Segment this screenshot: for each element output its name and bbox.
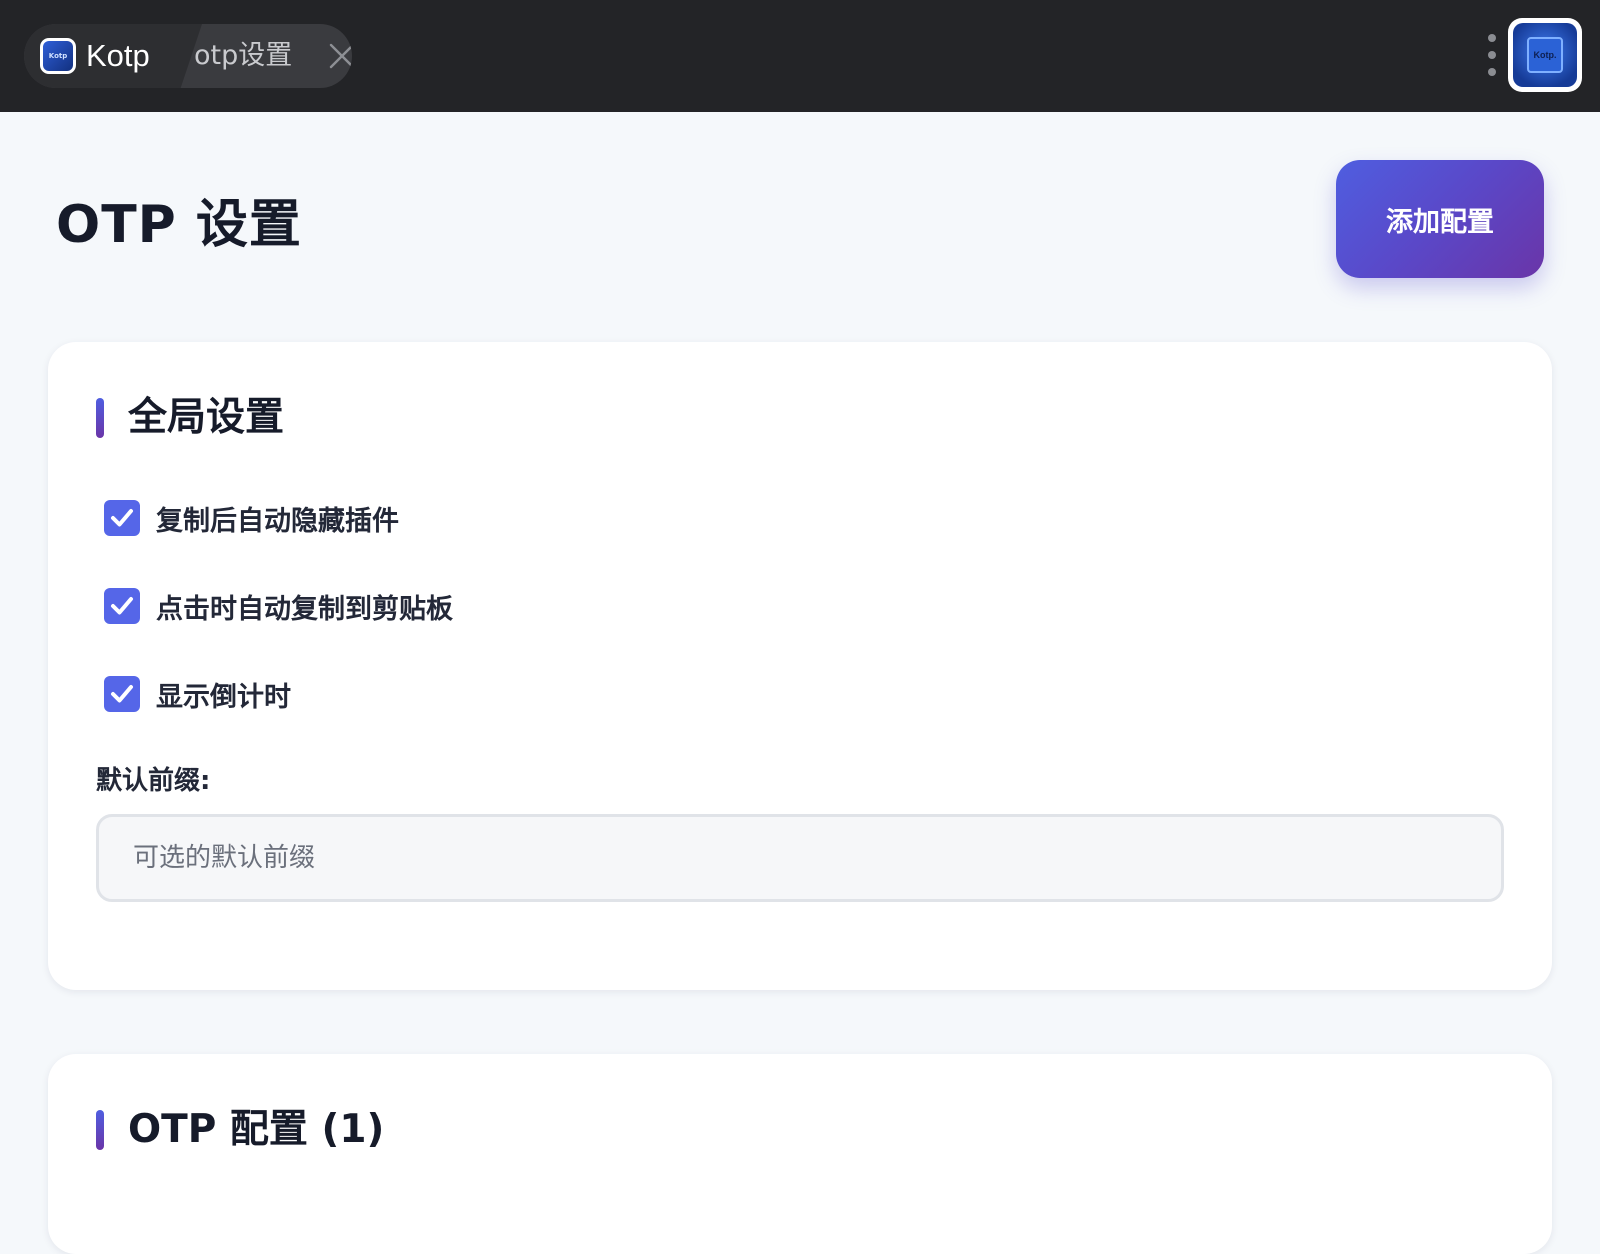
close-icon[interactable] [328, 42, 352, 70]
avatar[interactable]: Kotp. [1508, 18, 1582, 92]
page-title: OTP 设置 [56, 195, 302, 255]
more-menu-icon[interactable] [1486, 34, 1498, 78]
section-accent-bar [96, 398, 104, 438]
otp-configs-title: OTP 配置 (1) [128, 1107, 385, 1152]
section-accent-bar [96, 1110, 104, 1150]
default-prefix-input[interactable] [96, 814, 1504, 902]
option-label: 复制后自动隐藏插件 [156, 505, 399, 537]
checkbox-checked-icon[interactable] [104, 676, 140, 712]
option-show-countdown[interactable]: 显示倒计时 [104, 674, 291, 714]
app-icon: Kotp [40, 38, 76, 74]
global-settings-card: 全局设置 复制后自动隐藏插件 点击时自动复制到剪贴板 显示倒计时 默认前缀: [48, 342, 1552, 990]
title-bar: Kotp Kotp otp设置 Kotp. [0, 0, 1600, 112]
add-config-button[interactable]: 添加配置 [1336, 160, 1544, 278]
app-icon-text: Kotp [43, 41, 73, 71]
tab-otp-settings[interactable]: otp设置 [194, 24, 292, 88]
global-settings-title: 全局设置 [128, 395, 285, 440]
checkbox-checked-icon[interactable] [104, 500, 140, 536]
otp-configs-card: OTP 配置 (1) [48, 1054, 1552, 1254]
option-auto-hide[interactable]: 复制后自动隐藏插件 [104, 498, 399, 538]
option-label: 显示倒计时 [156, 681, 291, 713]
checkbox-checked-icon[interactable] [104, 588, 140, 624]
avatar-text: Kotp. [1527, 37, 1563, 73]
tab-app[interactable]: Kotp Kotp [24, 24, 202, 88]
option-label: 点击时自动复制到剪贴板 [156, 593, 453, 625]
app-name: Kotp [86, 38, 150, 73]
option-auto-copy[interactable]: 点击时自动复制到剪贴板 [104, 586, 453, 626]
tab-group: Kotp Kotp otp设置 [24, 24, 352, 88]
default-prefix-label: 默认前缀: [96, 766, 211, 796]
